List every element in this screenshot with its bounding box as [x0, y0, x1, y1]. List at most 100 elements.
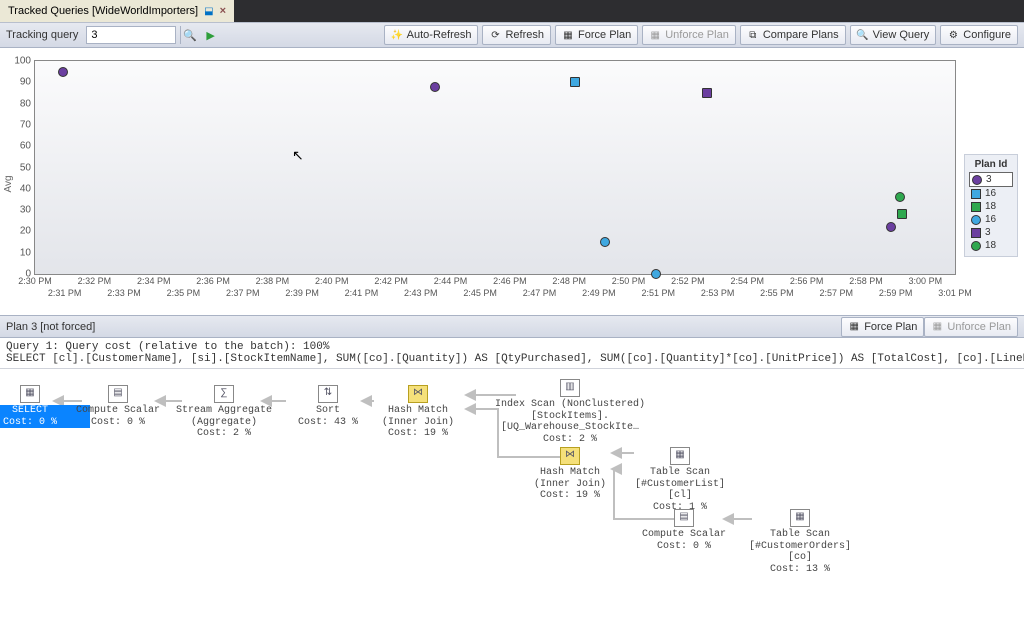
y-tick: 80 — [9, 98, 35, 109]
x-tick: 2:43 PM — [404, 288, 438, 298]
execution-plan[interactable]: ▦ SELECT Cost: 0 % ▤ Compute Scalar Cost… — [0, 369, 1024, 619]
legend-swatch — [971, 215, 981, 225]
x-tick: 2:52 PM — [671, 276, 705, 286]
y-tick: 20 — [9, 226, 35, 237]
plan-title: Plan 3 [not forced] — [6, 321, 95, 333]
y-tick: 60 — [9, 141, 35, 152]
x-tick: 2:31 PM — [48, 288, 82, 298]
y-tick: 30 — [9, 205, 35, 216]
legend-swatch — [971, 241, 981, 251]
force-plan-button[interactable]: ▦Force Plan — [555, 25, 638, 45]
unforce-plan-button[interactable]: ▦Unforce Plan — [642, 25, 736, 45]
plan-header-bar: Plan 3 [not forced] ▦Force Plan ▦Unforce… — [0, 316, 1024, 338]
legend-item[interactable]: 3 — [969, 172, 1013, 187]
x-tick: 2:45 PM — [463, 288, 497, 298]
compare-plans-button[interactable]: ⧉Compare Plans — [740, 25, 846, 45]
unforce-plan-button-2[interactable]: ▦Unforce Plan — [924, 317, 1018, 337]
x-tick: 2:42 PM — [374, 276, 408, 286]
y-tick: 100 — [9, 56, 35, 67]
data-point[interactable] — [600, 237, 610, 247]
refresh-icon: ⟳ — [489, 29, 501, 41]
x-tick: 2:34 PM — [137, 276, 171, 286]
data-point[interactable] — [430, 82, 440, 92]
legend: Plan Id 3161816318 — [964, 154, 1018, 257]
data-point[interactable] — [651, 269, 661, 279]
data-point[interactable] — [702, 88, 712, 98]
wand-icon: ✨ — [391, 29, 403, 41]
x-tick: 2:33 PM — [107, 288, 141, 298]
force-icon: ▦ — [848, 321, 860, 333]
legend-swatch — [971, 189, 981, 199]
tab-title: Tracked Queries [WideWorldImporters] — [8, 5, 198, 17]
play-icon[interactable]: ▶ — [206, 29, 214, 42]
x-tick: 2:47 PM — [523, 288, 557, 298]
compare-icon: ⧉ — [747, 29, 759, 41]
aggregate-icon: ∑ — [214, 385, 234, 403]
data-point[interactable] — [897, 209, 907, 219]
sort-icon: ⇅ — [318, 385, 338, 403]
x-tick: 2:57 PM — [820, 288, 854, 298]
refresh-button[interactable]: ⟳Refresh — [482, 25, 551, 45]
legend-item[interactable]: 18 — [969, 239, 1013, 252]
close-icon[interactable]: × — [220, 5, 226, 17]
legend-item[interactable]: 16 — [969, 187, 1013, 200]
view-query-button[interactable]: 🔍View Query — [850, 25, 937, 45]
plan-node-hash-match-2[interactable]: ⋈ Hash Match (Inner Join) Cost: 19 % — [510, 447, 630, 502]
plan-node-compute-scalar[interactable]: ▤ Compute Scalar Cost: 0 % — [58, 385, 178, 428]
unforce-icon: ▦ — [931, 321, 943, 333]
data-point[interactable] — [570, 77, 580, 87]
tab-bar: Tracked Queries [WideWorldImporters] ⬓ × — [0, 0, 1024, 22]
plan-node-table-scan-co[interactable]: ▦ Table Scan [#CustomerOrders] [co] Cost… — [740, 509, 860, 575]
y-tick: 40 — [9, 183, 35, 194]
query-cost-line: Query 1: Query cost (relative to the bat… — [6, 341, 1018, 353]
x-tick: 2:35 PM — [167, 288, 201, 298]
scatter-plot[interactable]: 01020304050607080901002:30 PM2:32 PM2:34… — [34, 60, 956, 275]
legend-item[interactable]: 3 — [969, 226, 1013, 239]
x-tick: 2:40 PM — [315, 276, 349, 286]
x-tick: 3:00 PM — [909, 276, 943, 286]
document-tab[interactable]: Tracked Queries [WideWorldImporters] ⬓ × — [0, 0, 234, 22]
view-icon: 🔍 — [857, 29, 869, 41]
compute-icon: ▤ — [108, 385, 128, 403]
query-text: Query 1: Query cost (relative to the bat… — [0, 338, 1024, 369]
y-tick: 70 — [9, 119, 35, 130]
legend-swatch — [971, 202, 981, 212]
hash-icon: ⋈ — [408, 385, 428, 403]
x-tick: 2:46 PM — [493, 276, 527, 286]
y-tick: 90 — [9, 77, 35, 88]
query-id-input[interactable] — [86, 26, 176, 44]
x-tick: 2:54 PM — [730, 276, 764, 286]
data-point[interactable] — [895, 192, 905, 202]
data-point[interactable] — [58, 67, 68, 77]
auto-refresh-button[interactable]: ✨Auto-Refresh — [384, 25, 479, 45]
plan-node-compute-scalar-2[interactable]: ▤ Compute Scalar Cost: 0 % — [624, 509, 744, 552]
query-sql-line: SELECT [cl].[CustomerName], [si].[StockI… — [6, 353, 1018, 365]
x-tick: 2:36 PM — [196, 276, 230, 286]
x-tick: 2:51 PM — [641, 288, 675, 298]
index-scan-icon: ▥ — [560, 379, 580, 397]
x-tick: 2:59 PM — [879, 288, 913, 298]
data-point[interactable] — [886, 222, 896, 232]
plan-node-table-scan-cl[interactable]: ▦ Table Scan [#CustomerList] [cl] Cost: … — [620, 447, 740, 513]
configure-button[interactable]: ⚙Configure — [940, 25, 1018, 45]
x-tick: 2:50 PM — [612, 276, 646, 286]
y-tick: 50 — [9, 162, 35, 173]
plan-node-hash-match[interactable]: ⋈ Hash Match (Inner Join) Cost: 19 % — [358, 385, 478, 440]
x-tick: 2:39 PM — [285, 288, 319, 298]
plan-node-index-scan[interactable]: ▥ Index Scan (NonClustered) [StockItems]… — [490, 379, 650, 445]
x-tick: 2:55 PM — [760, 288, 794, 298]
force-plan-button-2[interactable]: ▦Force Plan — [841, 317, 924, 337]
hash-icon: ⋈ — [560, 447, 580, 465]
compute-icon: ▤ — [674, 509, 694, 527]
tracking-label: Tracking query — [6, 29, 78, 41]
search-icon[interactable]: 🔍 — [180, 26, 198, 44]
legend-title: Plan Id — [969, 159, 1013, 170]
legend-item[interactable]: 18 — [969, 200, 1013, 213]
unforce-icon: ▦ — [649, 29, 661, 41]
force-icon: ▦ — [562, 29, 574, 41]
pin-icon[interactable]: ⬓ — [204, 6, 213, 17]
chart-area: Avg 01020304050607080901002:30 PM2:32 PM… — [0, 48, 1024, 316]
plan-node-stream-aggregate[interactable]: ∑ Stream Aggregate (Aggregate) Cost: 2 % — [164, 385, 284, 440]
legend-item[interactable]: 16 — [969, 213, 1013, 226]
legend-swatch — [971, 228, 981, 238]
